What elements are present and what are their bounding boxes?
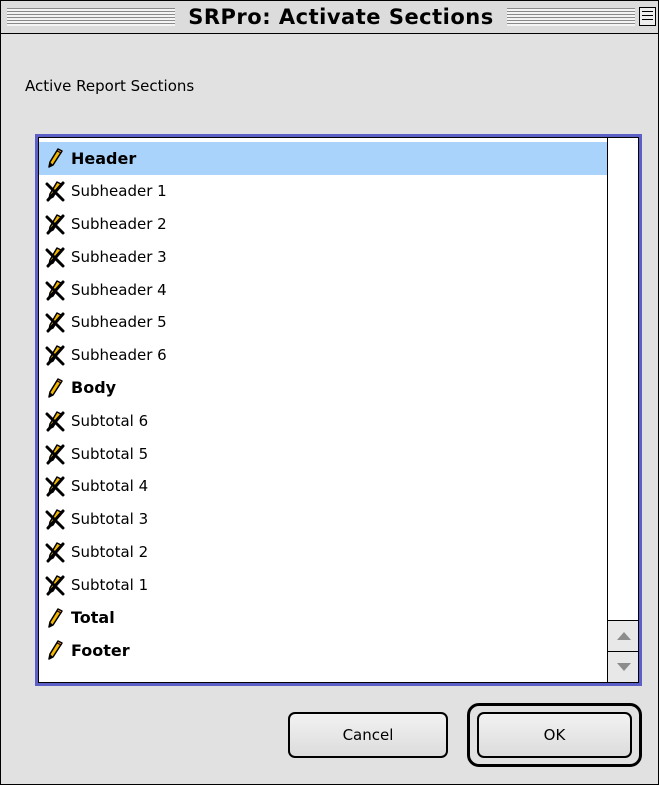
- ok-button[interactable]: OK: [477, 712, 632, 758]
- dialog-window: SRPro: Activate Sections Active Report S…: [0, 0, 659, 785]
- sections-list: Header Subheader 1 Subheader 2 Subheader 3 S…: [39, 142, 607, 667]
- crossed-pencil-icon: [45, 410, 65, 432]
- list-item[interactable]: Subheader 2: [39, 208, 607, 241]
- list-item[interactable]: Subheader 1: [39, 175, 607, 208]
- pencil-icon: [45, 147, 65, 169]
- list-item[interactable]: Subtotal 4: [39, 470, 607, 503]
- scroll-down-arrow-icon[interactable]: [608, 651, 638, 682]
- list-item-label: Total: [71, 608, 115, 628]
- section-list-label: Active Report Sections: [25, 77, 195, 95]
- list-item-label: Footer: [71, 640, 130, 660]
- crossed-pencil-icon: [45, 508, 65, 530]
- list-item-label: Subtotal 6: [71, 411, 149, 430]
- list-item[interactable]: Subheader 4: [39, 273, 607, 306]
- crossed-pencil-icon: [45, 443, 65, 465]
- scroll-up-arrow-icon[interactable]: [608, 620, 638, 651]
- title-bar-stripes-right: [507, 8, 635, 26]
- list-item-label: Subheader 5: [71, 313, 167, 332]
- list-item[interactable]: Subtotal 3: [39, 503, 607, 536]
- sections-listbox[interactable]: Header Subheader 1 Subheader 2 Subheader 3 S…: [35, 134, 642, 686]
- cancel-button[interactable]: Cancel: [288, 712, 448, 758]
- list-item[interactable]: Subtotal 6: [39, 404, 607, 437]
- list-item[interactable]: Subtotal 5: [39, 437, 607, 470]
- list-item-label: Subheader 2: [71, 214, 167, 233]
- list-item[interactable]: Body: [39, 372, 607, 405]
- list-item[interactable]: Header: [39, 142, 607, 175]
- crossed-pencil-icon: [45, 311, 65, 333]
- list-item[interactable]: Subheader 3: [39, 240, 607, 273]
- window-title: SRPro: Activate Sections: [175, 3, 507, 31]
- list-item[interactable]: Total: [39, 601, 607, 634]
- list-item[interactable]: Subtotal 2: [39, 536, 607, 569]
- crossed-pencil-icon: [45, 279, 65, 301]
- crossed-pencil-icon: [45, 246, 65, 268]
- list-item-label: Subtotal 3: [71, 510, 149, 529]
- list-item-label: Header: [71, 148, 137, 168]
- pencil-icon: [45, 607, 65, 629]
- list-item-label: Subheader 1: [71, 182, 167, 201]
- crossed-pencil-icon: [45, 344, 65, 366]
- vertical-scrollbar[interactable]: [607, 138, 638, 682]
- list-item-label: Subtotal 1: [71, 575, 149, 594]
- crossed-pencil-icon: [45, 213, 65, 235]
- list-item[interactable]: Footer: [39, 634, 607, 667]
- collapse-box-icon[interactable]: [639, 7, 656, 26]
- list-item-label: Subheader 3: [71, 247, 167, 266]
- crossed-pencil-icon: [45, 541, 65, 563]
- title-bar[interactable]: SRPro: Activate Sections: [1, 1, 658, 34]
- list-item[interactable]: Subheader 5: [39, 306, 607, 339]
- list-item-label: Body: [71, 378, 117, 398]
- list-item-label: Subheader 4: [71, 280, 167, 299]
- crossed-pencil-icon: [45, 475, 65, 497]
- list-item-label: Subtotal 2: [71, 542, 149, 561]
- list-item-label: Subheader 6: [71, 346, 167, 365]
- title-bar-stripes-left: [7, 8, 175, 26]
- list-item[interactable]: Subheader 6: [39, 339, 607, 372]
- pencil-icon: [45, 377, 65, 399]
- list-item-label: Subtotal 5: [71, 444, 149, 463]
- list-item[interactable]: Subtotal 1: [39, 568, 607, 601]
- crossed-pencil-icon: [45, 574, 65, 596]
- list-item-label: Subtotal 4: [71, 477, 149, 496]
- pencil-icon: [45, 639, 65, 661]
- crossed-pencil-icon: [45, 180, 65, 202]
